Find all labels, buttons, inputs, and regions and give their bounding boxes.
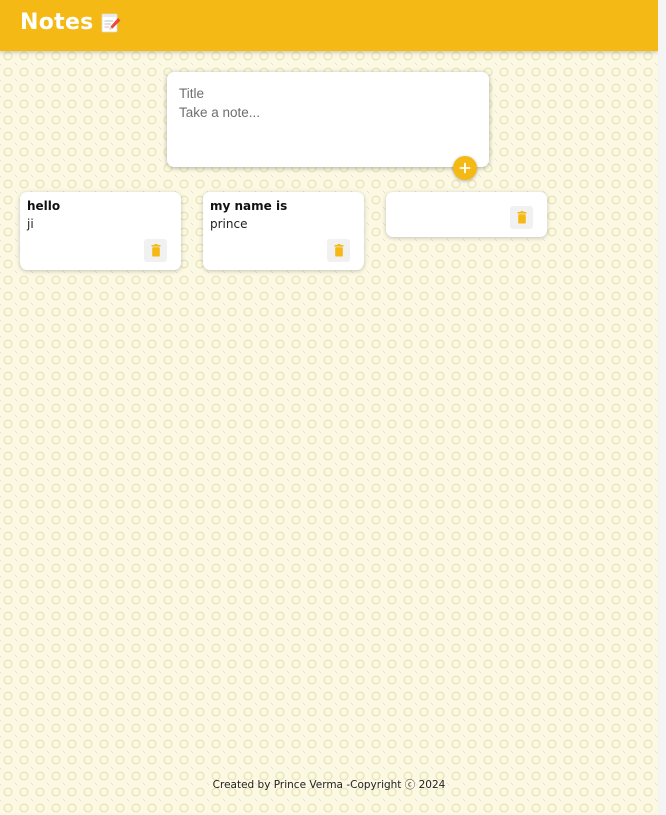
note-card [386,192,547,237]
note-title: hello [27,199,61,213]
create-note-form [167,72,489,167]
delete-note-button[interactable] [144,239,167,262]
app-header: Notes [0,0,658,51]
delete-note-button[interactable] [327,239,350,262]
note-content: prince [210,217,248,231]
note-card: hello ji [20,192,181,270]
scrollbar-track[interactable] [658,0,666,815]
footer: Created by Prince Verma -Copyright ⓒ 202… [0,777,658,792]
add-note-button[interactable] [453,156,477,180]
note-content: ji [27,217,34,231]
delete-note-button[interactable] [510,206,533,229]
plus-icon [459,162,471,174]
trash-icon [517,211,526,224]
note-title: my name is [210,199,288,213]
trash-icon [151,244,160,257]
memo-icon [101,12,121,34]
trash-icon [334,244,343,257]
footer-text: Created by Prince Verma -Copyright ⓒ 202… [212,779,446,791]
app-title-text: Notes [20,10,94,35]
app-title: Notes [20,10,121,35]
note-title-input[interactable] [179,84,475,102]
note-content-input[interactable] [179,105,475,125]
note-card: my name is prince [203,192,364,270]
